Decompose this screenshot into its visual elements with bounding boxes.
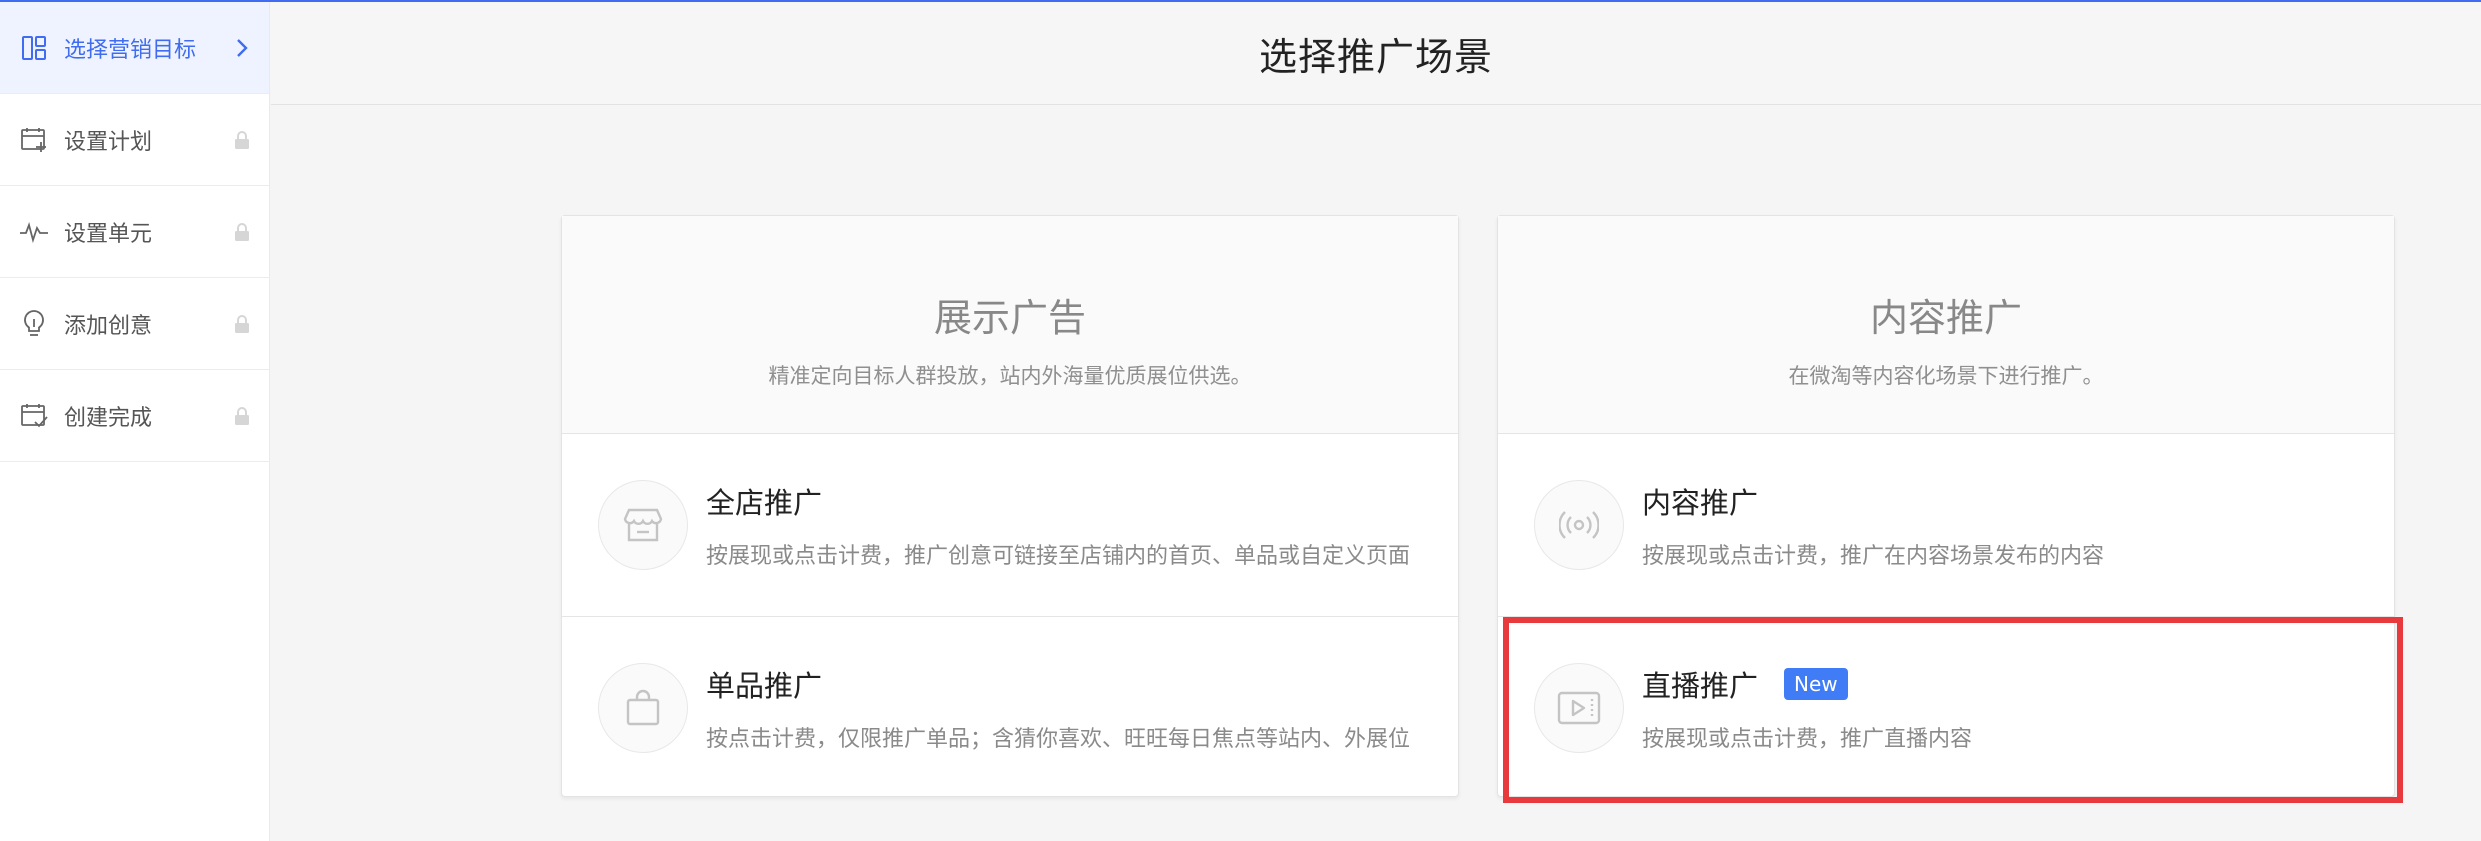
option-item-promotion[interactable]: 单品推广 按点击计费，仅限推广单品；含猜你喜欢、旺旺每日焦点等站内、外展位 [562, 616, 1458, 798]
step-set-unit: 设置单元 [0, 186, 269, 278]
lightbulb-icon [18, 308, 50, 340]
layout-icon [18, 32, 50, 64]
option-title: 内容推广 [1642, 486, 1759, 520]
step-label: 设置单元 [64, 221, 153, 247]
broadcast-icon [1534, 480, 1624, 570]
option-description: 按展现或点击计费，推广在内容场景发布的内容 [1642, 544, 2105, 569]
shopping-bag-icon [598, 662, 688, 753]
option-content-promotion[interactable]: 内容推广 按展现或点击计费，推广在内容场景发布的内容 [1498, 434, 2394, 616]
option-description: 按展现或点击计费，推广创意可链接至店铺内的首页、单品或自定义页面 [706, 544, 1411, 569]
card-title: 内容推广 [1869, 296, 2022, 340]
page-header: 选择推广场景 [271, 2, 2481, 105]
step-label: 添加创意 [64, 313, 153, 339]
pulse-icon [18, 216, 50, 248]
step-add-creative: 添加创意 [0, 278, 269, 370]
calendar-add-icon [18, 124, 50, 156]
option-title: 单品推广 [706, 668, 823, 703]
step-complete: 创建完成 [0, 370, 269, 462]
lock-icon [231, 129, 253, 151]
card-header: 展示广告 精准定向目标人群投放，站内外海量优质展位供选。 [562, 216, 1458, 434]
card-header: 内容推广 在微淘等内容化场景下进行推广。 [1498, 216, 2394, 434]
step-set-plan: 设置计划 [0, 94, 269, 186]
option-description: 按展现或点击计费，推广直播内容 [1642, 726, 1973, 752]
step-sidebar: 选择营销目标 设置计划 设置单元 添加创意 创建完成 [0, 2, 270, 841]
option-title: 全店推广 [706, 486, 823, 520]
card-display-ads: 展示广告 精准定向目标人群投放，站内外海量优质展位供选。 全店推广 按展现或点击… [561, 215, 1459, 797]
step-label: 创建完成 [64, 405, 153, 431]
lock-icon [231, 313, 253, 335]
step-label: 设置计划 [64, 129, 153, 155]
calendar-check-icon [18, 400, 50, 432]
option-live-promotion[interactable]: 直播推广 New 按展现或点击计费，推广直播内容 [1498, 616, 2394, 798]
new-badge: New [1784, 667, 1848, 700]
step-label: 选择营销目标 [64, 37, 197, 63]
store-icon [598, 480, 688, 570]
option-description: 按点击计费，仅限推广单品；含猜你喜欢、旺旺每日焦点等站内、外展位 [706, 726, 1411, 752]
option-store-promotion[interactable]: 全店推广 按展现或点击计费，推广创意可链接至店铺内的首页、单品或自定义页面 [562, 434, 1458, 616]
card-content-promotion: 内容推广 在微淘等内容化场景下进行推广。 内容推广 按展现或点击计费，推广在内容… [1497, 215, 2395, 797]
option-title: 直播推广 [1642, 668, 1759, 703]
card-subtitle: 在微淘等内容化场景下进行推广。 [1788, 364, 2104, 388]
page-title: 选择推广场景 [1258, 34, 1493, 79]
option-title-row: 直播推广 New [1642, 663, 1972, 705]
card-title: 展示广告 [933, 296, 1086, 340]
video-play-icon [1534, 662, 1624, 753]
step-select-goal[interactable]: 选择营销目标 [0, 2, 269, 94]
lock-icon [231, 221, 253, 243]
chevron-right-icon [231, 37, 253, 59]
lock-icon [231, 405, 253, 427]
card-subtitle: 精准定向目标人群投放，站内外海量优质展位供选。 [768, 364, 1252, 388]
